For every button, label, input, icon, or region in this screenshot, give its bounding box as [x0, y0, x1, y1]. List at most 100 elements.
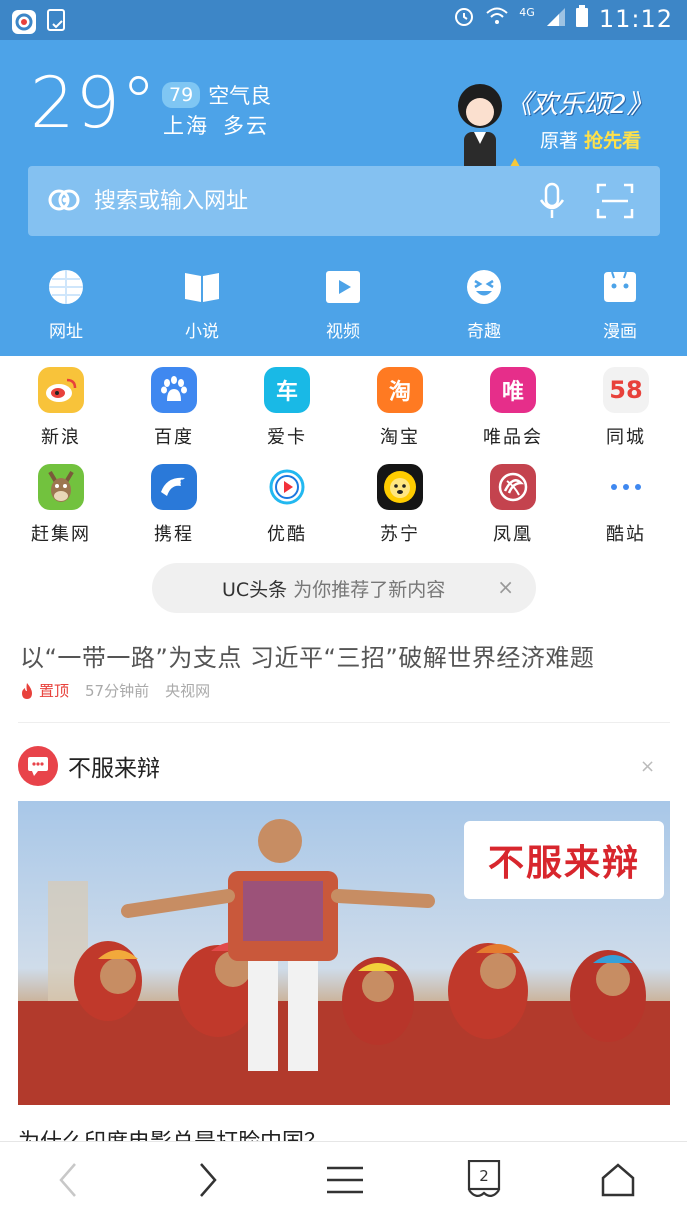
clock: 11:12: [598, 5, 673, 33]
signal-icon: [545, 6, 565, 32]
quicknav-label: 漫画: [603, 322, 637, 342]
uc-browser-home: 4G 11:12 29° 79 空气良 上海 多云 《欢乐颂2》 原著 抢先看 …: [0, 0, 687, 1218]
58-tongcheng-icon: 58: [603, 367, 649, 413]
site-grid: 新浪 百度 车 爱卡 淘 淘宝 唯 唯品会 58 同城 赶集网 携程 优酷 苏宁…: [0, 356, 687, 556]
site-ifeng[interactable]: 凤凰: [463, 464, 563, 546]
card-title: 不服来辩: [68, 756, 160, 782]
quicknav-item-comic[interactable]: 漫画: [580, 265, 660, 342]
image-badge: 不服来辩: [464, 821, 664, 899]
temperature[interactable]: 29°: [30, 62, 157, 144]
baidu-paw-icon: [151, 367, 197, 413]
ifeng-phoenix-icon: [490, 464, 536, 510]
site-suning[interactable]: 苏宁: [350, 464, 450, 546]
news-headline[interactable]: 以“一带一路”为支点 习近平“三招”破解世界经济难题: [20, 638, 594, 673]
uc-app-icon: [12, 10, 36, 34]
site-label: 爱卡: [267, 427, 307, 448]
quick-nav: 网址 小说 视频 奇趣 漫画: [0, 265, 687, 345]
site-label: 苏宁: [380, 524, 420, 545]
site-label: 百度: [154, 427, 194, 448]
tabs-count: 2: [479, 1167, 489, 1185]
vip-icon: 唯: [490, 367, 536, 413]
menu-button[interactable]: [321, 1158, 369, 1202]
quicknav-label: 奇趣: [467, 322, 501, 342]
promo-sub-highlight: 抢先看: [584, 130, 642, 152]
site-youku[interactable]: 优酷: [237, 464, 337, 546]
weather-info[interactable]: 上海 多云: [163, 110, 269, 140]
tabs-button[interactable]: 2: [460, 1158, 508, 1202]
site-baidu[interactable]: 百度: [124, 367, 224, 449]
quicknav-label: 小说: [185, 322, 219, 342]
clipboard-check-icon: [46, 8, 66, 36]
search-input[interactable]: [94, 181, 514, 221]
flame-icon: [22, 682, 32, 699]
site-taobao[interactable]: 淘 淘宝: [350, 367, 450, 449]
close-icon[interactable]: ×: [497, 575, 514, 599]
header: 29° 79 空气良 上海 多云 《欢乐颂2》 原著 抢先看 搜索或输入网址 网…: [0, 40, 687, 356]
uc-news-banner[interactable]: UC头条 为你推荐了新内容 ×: [152, 563, 536, 613]
site-label: 凤凰: [493, 524, 533, 545]
close-icon[interactable]: ×: [640, 756, 655, 777]
aqi-text: 空气良: [208, 84, 272, 108]
home-icon: [601, 1163, 635, 1197]
battery-icon: [575, 5, 589, 33]
site-label: 淘宝: [380, 427, 420, 448]
wifi-icon: [485, 6, 509, 32]
aqi-value: 79: [162, 82, 201, 108]
news-time: 57分钟前: [85, 682, 150, 700]
more-dots-icon: [603, 464, 649, 510]
site-aika[interactable]: 车 爱卡: [237, 367, 337, 449]
aika-car-icon: 车: [264, 367, 310, 413]
promo-title: 《欢乐颂2》: [506, 90, 653, 120]
weather-condition: 多云: [223, 114, 269, 138]
quicknav-label: 网址: [49, 322, 83, 342]
comic-face-icon: [602, 269, 638, 305]
pinned-label: 置顶: [39, 682, 70, 700]
site-label: 唯品会: [483, 427, 543, 448]
uc-search-icon: [48, 185, 82, 219]
quicknav-label: 视频: [326, 322, 360, 342]
forward-button[interactable]: [184, 1158, 232, 1202]
chevron-left-icon: [59, 1163, 76, 1197]
pinned-badge: 置顶: [20, 680, 69, 701]
site-58[interactable]: 58 同城: [576, 367, 676, 449]
book-icon: [184, 269, 220, 305]
site-ganji[interactable]: 赶集网: [11, 464, 111, 546]
scan-icon[interactable]: [596, 183, 634, 223]
chevron-right-icon: [200, 1163, 217, 1197]
site-label: 优酷: [267, 524, 307, 545]
quicknav-item-video[interactable]: 视频: [303, 265, 383, 342]
network-type: 4G: [519, 5, 535, 19]
laugh-face-icon: [466, 269, 502, 305]
card-image[interactable]: 不服来辩: [18, 801, 670, 1105]
suning-lion-icon: [377, 464, 423, 510]
promo-sub-prefix: 原著: [540, 130, 579, 152]
search-bar[interactable]: [28, 166, 660, 236]
debate-logo-icon: [18, 746, 58, 786]
quicknav-item-novel[interactable]: 小说: [162, 265, 242, 342]
ctrip-dolphin-icon: [151, 464, 197, 510]
site-ctrip[interactable]: 携程: [124, 464, 224, 546]
microphone-icon[interactable]: [538, 182, 566, 224]
promo-subtitle: 原著 抢先看: [540, 126, 641, 153]
quicknav-item-url[interactable]: 网址: [26, 265, 106, 342]
alarm-icon: [453, 5, 475, 33]
site-label: 新浪: [41, 427, 81, 448]
quicknav-item-fun[interactable]: 奇趣: [444, 265, 524, 342]
back-button[interactable]: [44, 1158, 92, 1202]
divider: [18, 722, 670, 723]
city: 上海: [163, 114, 209, 138]
uc-news-text: 为你推荐了新内容: [293, 578, 446, 601]
site-vip[interactable]: 唯 唯品会: [463, 367, 563, 449]
card-header[interactable]: 不服来辩: [18, 746, 160, 786]
hamburger-menu-icon: [327, 1166, 363, 1194]
site-more[interactable]: 酷站: [576, 464, 676, 546]
site-label: 赶集网: [31, 524, 91, 545]
home-button[interactable]: [594, 1158, 642, 1202]
air-quality[interactable]: 79 空气良: [162, 80, 271, 110]
ganji-donkey-icon: [38, 464, 84, 510]
site-label: 同城: [606, 427, 646, 448]
uc-news-title: UC头条: [222, 578, 288, 601]
news-meta: 置顶 57分钟前 央视网: [20, 680, 210, 701]
bottom-toolbar: 2: [0, 1141, 687, 1218]
site-sina[interactable]: 新浪: [11, 367, 111, 449]
